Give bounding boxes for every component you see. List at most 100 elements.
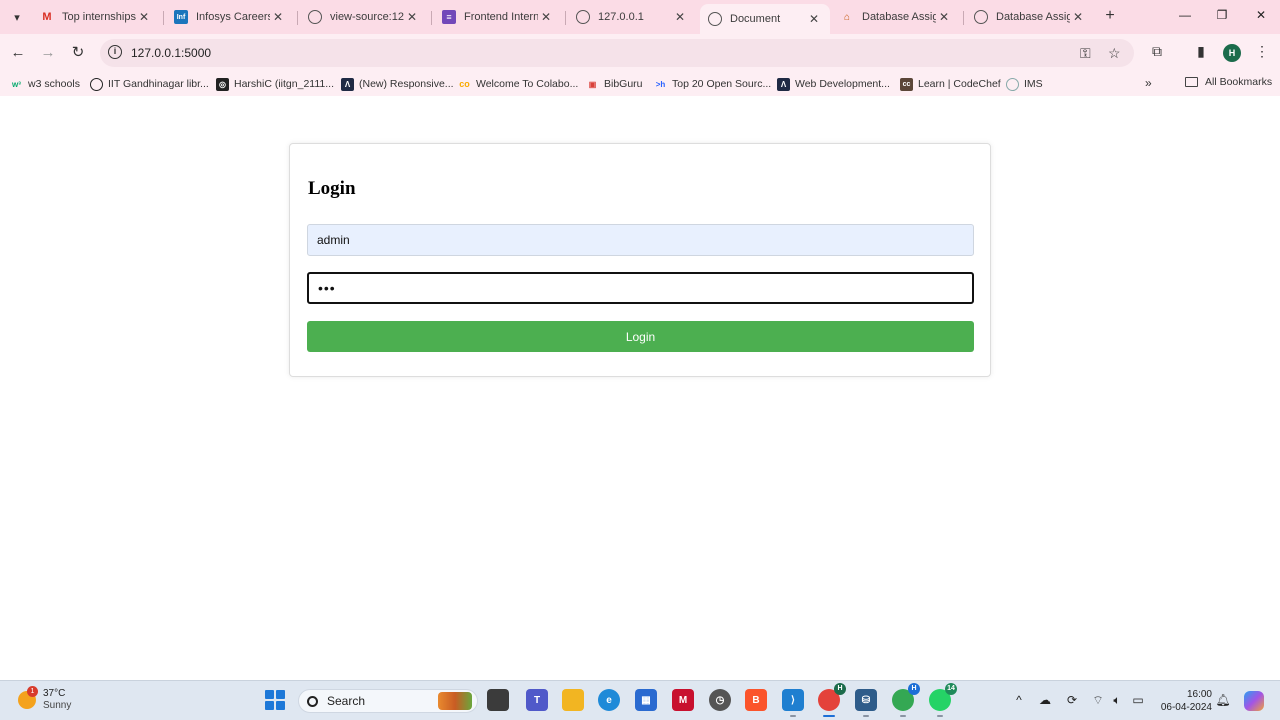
temperature-text: 37°C [43, 688, 66, 699]
wifi-icon[interactable]: ⌔ [1090, 693, 1106, 708]
url-text[interactable]: 127.0.0.1:5000 [131, 46, 211, 60]
codechef-icon: cc [900, 77, 913, 91]
start-button[interactable] [265, 690, 285, 710]
github-icon: ◎ [216, 77, 229, 91]
system-clock[interactable]: 16:00 06-04-2024 [1158, 688, 1212, 714]
username-input[interactable] [307, 224, 974, 256]
tab-view-source[interactable]: view-source:127. ✕ [300, 4, 428, 30]
volume-icon[interactable]: 🔈︎ [1109, 693, 1125, 708]
close-icon[interactable]: ✕ [404, 10, 420, 24]
browser-menu-icon[interactable]: ⋮ [1252, 43, 1272, 60]
bookmark-responsive[interactable]: Λ (New) Responsive... [341, 76, 454, 92]
reload-button[interactable]: ↻ [67, 42, 89, 64]
file-explorer-icon[interactable] [562, 689, 584, 711]
globe-icon [708, 12, 722, 26]
notification-bell-icon[interactable]: 🔔︎ [1215, 693, 1231, 707]
tab-database-assign-2[interactable]: Database Assign ✕ [966, 4, 1094, 30]
bookmark-ims[interactable]: IMS [1006, 76, 1043, 92]
bookmark-codechef[interactable]: cc Learn | CodeChef [900, 76, 1001, 92]
folder-icon [1185, 77, 1198, 87]
bookmark-github[interactable]: ◎ HarshiC (iitgn_2111... [216, 76, 334, 92]
minimize-button[interactable]: — [1175, 8, 1195, 22]
sun-icon: 1 [18, 686, 38, 709]
tab-title: Frontend Intern [464, 11, 538, 23]
tab-title: Database Assign [996, 11, 1070, 23]
clock-app-icon[interactable]: ◷ [709, 689, 731, 711]
responsive-icon: Λ [341, 77, 354, 91]
bookmark-label: Learn | CodeChef [918, 78, 1001, 90]
battery-icon[interactable]: ▭ [1130, 693, 1146, 707]
password-input[interactable] [307, 272, 974, 304]
task-view-icon[interactable] [487, 689, 509, 711]
bookmark-label: BibGuru [604, 78, 643, 90]
tab-database-assign-1[interactable]: ⌂ Database Assign ✕ [832, 4, 960, 30]
search-highlight-image [438, 692, 472, 710]
bookmark-label: (New) Responsive... [359, 78, 454, 90]
close-icon[interactable]: ✕ [1070, 10, 1086, 24]
tab-title: 127.0.0.1 [598, 11, 644, 23]
onedrive-icon[interactable]: ☁ [1037, 693, 1053, 707]
chrome-profile-badge: H [834, 683, 846, 695]
tab-frontend-intern[interactable]: ≡ Frontend Intern ✕ [434, 4, 562, 30]
microsoft-store-icon[interactable]: ▦ [635, 689, 657, 711]
login-card: Login Login [289, 143, 991, 377]
bookmark-label: Welcome To Colabo... [476, 78, 579, 90]
new-tab-button[interactable]: + [1100, 6, 1120, 26]
infosys-icon: Inf [174, 10, 188, 24]
back-button[interactable]: ← [7, 42, 29, 64]
bookmark-label: Top 20 Open Sourc... [672, 78, 772, 90]
window-close-button[interactable]: ✕ [1251, 8, 1271, 22]
close-icon[interactable]: ✕ [136, 10, 152, 24]
running-indicator [863, 715, 869, 717]
mysql-workbench-icon[interactable]: ⛁ [855, 689, 877, 717]
teams-icon[interactable]: T [526, 689, 548, 711]
vscode-icon[interactable]: ⟩ [782, 689, 804, 717]
tab-localhost[interactable]: 127.0.0.1 ✕ [568, 4, 696, 30]
tab-infosys-careers[interactable]: Inf Infosys Careers - ✕ [166, 4, 294, 30]
close-icon[interactable]: ✕ [936, 10, 952, 24]
bookmark-colab[interactable]: co Welcome To Colabo... [458, 76, 578, 92]
close-icon[interactable]: ✕ [672, 10, 688, 24]
tray-overflow-icon[interactable]: ^ [1011, 693, 1027, 707]
site-info-icon[interactable]: i [108, 45, 122, 59]
address-bar[interactable]: i 127.0.0.1:5000 ⚿ ☆ [100, 39, 1134, 67]
chrome-icon[interactable]: H [818, 683, 846, 717]
sync-icon[interactable]: ⟳ [1064, 693, 1080, 707]
tab-title: view-source:127. [330, 11, 404, 23]
copilot-icon[interactable] [1244, 691, 1264, 711]
close-icon[interactable]: ✕ [806, 12, 822, 26]
extensions-icon[interactable]: ⧉ [1147, 43, 1167, 60]
browser-tab-strip: ▾ M Top internships c ✕ Inf Infosys Care… [0, 0, 1280, 34]
tab-top-internships[interactable]: M Top internships c ✕ [32, 4, 160, 30]
bookmark-iitgn-library[interactable]: IIT Gandhinagar libr... [90, 76, 209, 92]
close-icon[interactable]: ✕ [538, 10, 554, 24]
bookmark-web-development[interactable]: Λ Web Development... [777, 76, 890, 92]
mcafee-icon[interactable]: M [672, 689, 694, 711]
gmail-icon: M [42, 11, 52, 23]
bookmark-star-icon[interactable]: ☆ [1108, 45, 1121, 62]
bookmark-label: w3 schools [28, 78, 80, 90]
more-bookmarks-button[interactable]: » [1145, 76, 1152, 90]
tab-search-menu-button[interactable]: ▾ [6, 6, 28, 28]
bookmark-open-source[interactable]: >h Top 20 Open Sourc... [654, 76, 772, 92]
whatsapp-icon[interactable]: 14 [929, 683, 957, 717]
close-icon[interactable]: ✕ [270, 10, 286, 24]
taskbar-search[interactable]: Search [298, 689, 478, 713]
side-panel-icon[interactable]: ▮ [1191, 43, 1211, 60]
bookmark-w3schools[interactable]: w³ w3 schools [10, 76, 80, 92]
password-key-icon[interactable]: ⚿ [1080, 45, 1091, 62]
brave-icon[interactable]: B [745, 689, 767, 711]
w3schools-icon: w³ [12, 79, 21, 89]
chrome-profile-2-icon[interactable]: H [892, 683, 920, 717]
forward-button[interactable]: → [37, 42, 59, 64]
tab-document[interactable]: Document ✕ [700, 4, 830, 34]
bookmark-bibguru[interactable]: ▣ BibGuru [586, 76, 643, 92]
weather-widget[interactable]: 1 37°C Sunny [18, 686, 71, 712]
login-button[interactable]: Login [307, 321, 974, 352]
running-indicator [823, 715, 835, 717]
edge-icon[interactable]: e [598, 689, 620, 711]
windows-logo-tile [265, 690, 274, 699]
all-bookmarks-button[interactable]: All Bookmarks [1185, 76, 1272, 88]
restore-button[interactable]: ❐ [1212, 8, 1232, 22]
profile-avatar[interactable]: H [1223, 44, 1241, 62]
